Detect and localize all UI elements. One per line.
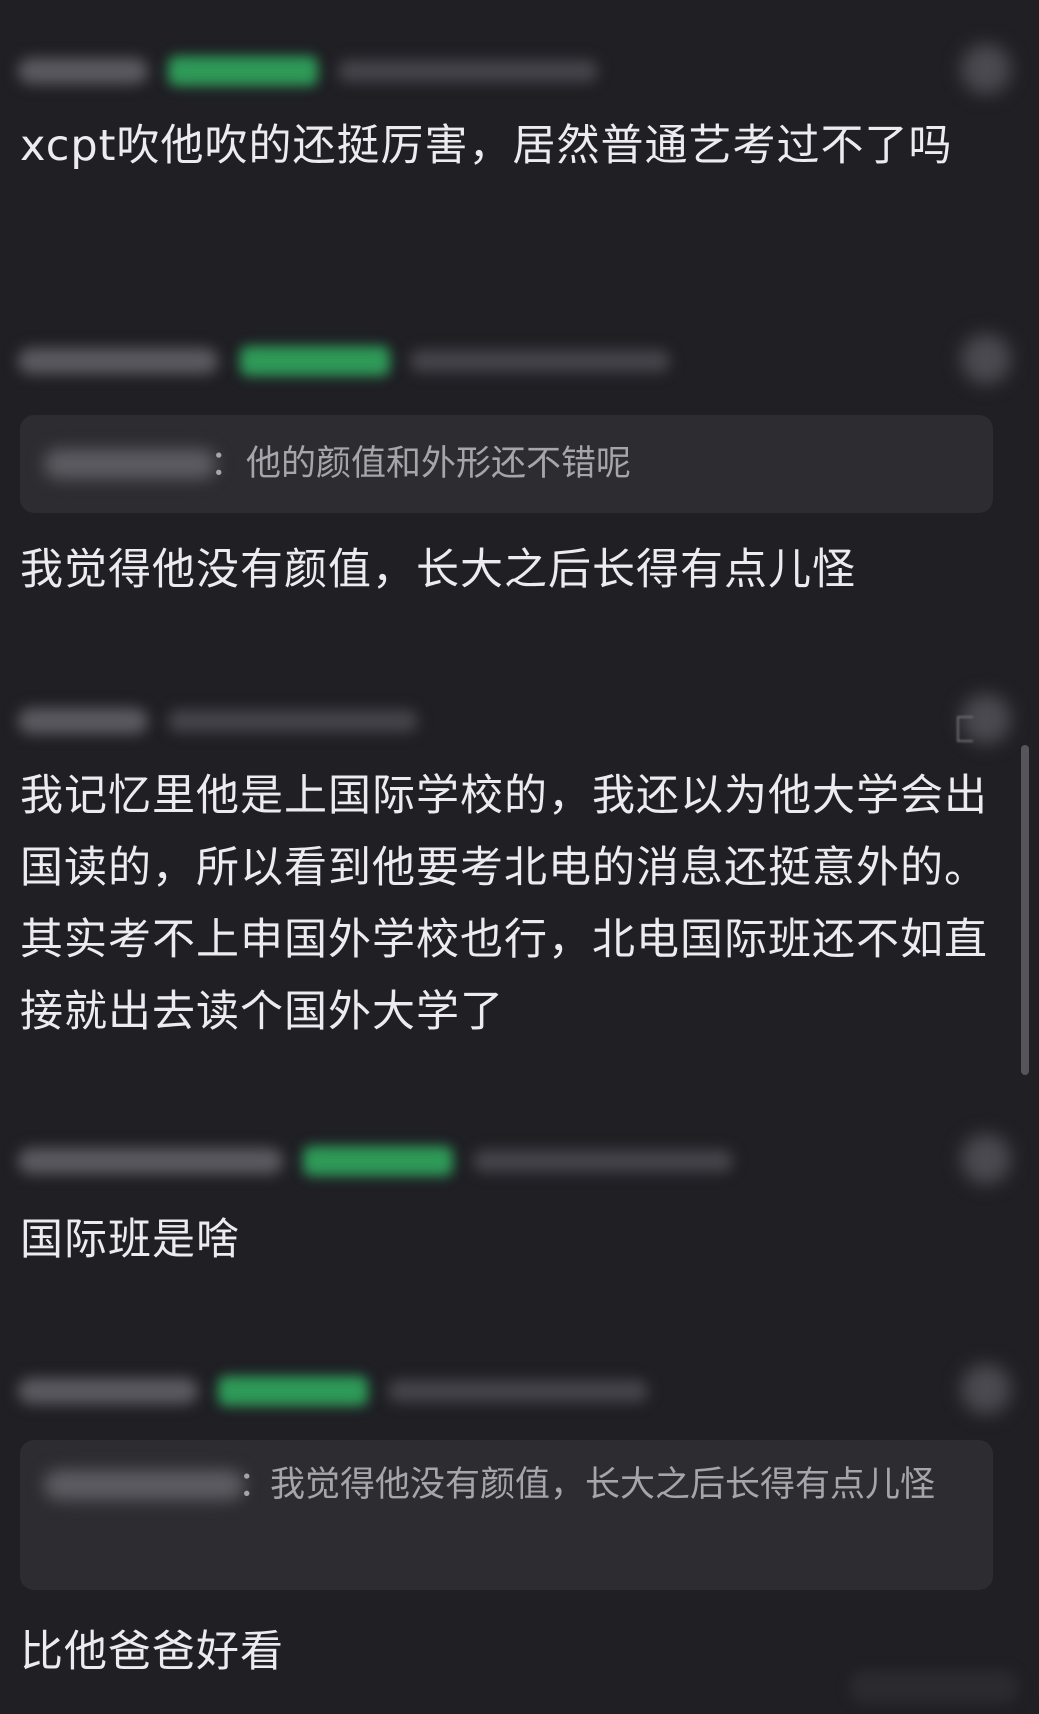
comment-item: ： 我觉得他没有颜值，长大之后长得有点儿怪 比他爸爸好看 (0, 1360, 1039, 1700)
username-blurred[interactable] (18, 348, 218, 374)
comment-meta (18, 44, 1021, 94)
comment-meta (18, 694, 1021, 744)
like-icon[interactable] (961, 334, 1011, 384)
timestamp-blurred (410, 350, 670, 372)
comment-meta (18, 334, 1021, 384)
comment-item: 我记忆里他是上国际学校的，我还以为他大学会出国读的，所以看到他要考北电的消息还挺… (0, 690, 1039, 1060)
comment-text: 我觉得他没有颜值，长大之后长得有点儿怪 (20, 545, 856, 595)
comment-text: xcpt吹他吹的还挺厉害，居然普通艺考过不了吗 (20, 121, 953, 171)
quoted-text: 我觉得他没有颜值，长大之后长得有点儿怪 (270, 1465, 936, 1505)
quoted-comment[interactable]: ： 我觉得他没有颜值，长大之后长得有点儿怪 (20, 1440, 993, 1590)
watermark (849, 1670, 1019, 1704)
username-blurred[interactable] (18, 708, 148, 734)
user-badge-blurred (240, 346, 390, 376)
quote-separator: ： (210, 444, 246, 484)
comment-meta (18, 1364, 1021, 1414)
quoted-username-blurred (44, 449, 216, 479)
like-icon[interactable] (961, 44, 1011, 94)
like-icon[interactable] (961, 1134, 1011, 1184)
timestamp-blurred (168, 710, 418, 732)
comment-item: 国际班是啥 (0, 1130, 1039, 1290)
user-badge-blurred (218, 1376, 368, 1406)
username-blurred[interactable] (18, 58, 148, 84)
reply-icon[interactable] (957, 716, 973, 742)
like-icon[interactable] (961, 1364, 1011, 1414)
scrollbar[interactable] (1021, 745, 1029, 1075)
comment-meta (18, 1134, 1021, 1184)
timestamp-blurred (338, 60, 598, 82)
username-blurred[interactable] (18, 1378, 198, 1404)
comment-text: 国际班是啥 (20, 1215, 240, 1265)
quoted-comment[interactable]: ： 他的颜值和外形还不错呢 (20, 415, 993, 513)
timestamp-blurred (388, 1380, 648, 1402)
username-blurred[interactable] (18, 1148, 283, 1174)
user-badge-blurred (303, 1146, 453, 1176)
timestamp-blurred (473, 1150, 733, 1172)
comment-item: ： 他的颜值和外形还不错呢 我觉得他没有颜值，长大之后长得有点儿怪 (0, 330, 1039, 620)
comment-text: 我记忆里他是上国际学校的，我还以为他大学会出国读的，所以看到他要考北电的消息还挺… (20, 771, 988, 1037)
user-badge-blurred (168, 56, 318, 86)
quoted-text: 他的颜值和外形还不错呢 (246, 444, 632, 484)
comment-item: xcpt吹他吹的还挺厉害，居然普通艺考过不了吗 (0, 40, 1039, 250)
